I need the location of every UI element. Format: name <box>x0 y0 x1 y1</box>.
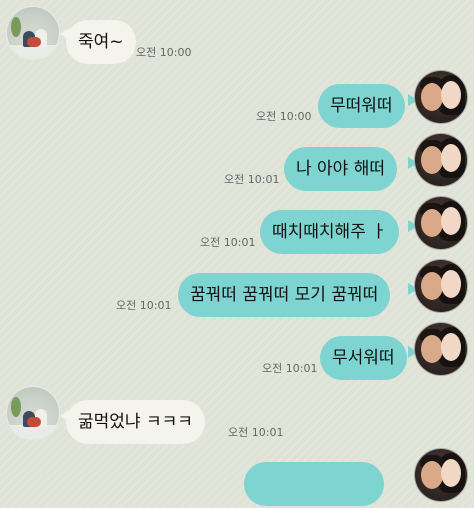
message-time: 오전 10:01 <box>116 299 172 312</box>
message-row-outgoing: 오전 10:01 꿈꿔떠 꿈꿔떠 모기 꿈꿔떠 <box>0 259 474 319</box>
message-time: 오전 10:00 <box>136 46 192 59</box>
message-bubble-partial[interactable] <box>244 462 384 506</box>
my-avatar[interactable] <box>414 70 468 124</box>
contact-avatar[interactable] <box>6 386 60 440</box>
message-time: 오전 10:01 <box>262 362 318 375</box>
my-avatar[interactable] <box>414 259 468 313</box>
contact-avatar[interactable] <box>6 6 60 60</box>
my-avatar[interactable] <box>414 133 468 187</box>
message-row-incoming: 굶먹었냐 ㅋㅋㅋ 오전 10:01 <box>0 386 474 446</box>
message-bubble[interactable]: 꿈꿔떠 꿈꿔떠 모기 꿈꿔떠 <box>178 273 391 317</box>
message-row-incoming: 죽여~ 오전 10:00 <box>0 6 474 66</box>
message-bubble[interactable]: 죽여~ <box>66 20 136 64</box>
my-avatar[interactable] <box>414 322 468 376</box>
message-time: 오전 10:01 <box>200 236 256 249</box>
message-time: 오전 10:01 <box>224 173 280 186</box>
my-avatar[interactable] <box>414 196 468 250</box>
message-bubble[interactable]: 굶먹었냐 ㅋㅋㅋ <box>66 400 205 444</box>
message-bubble[interactable]: 나 아야 해떠 <box>284 147 398 191</box>
message-bubble[interactable]: 무떠워떠 <box>318 84 405 128</box>
message-row-outgoing: 오전 10:01 나 아야 해떠 <box>0 133 474 193</box>
chat-view[interactable]: 죽여~ 오전 10:00 오전 10:00 무떠워떠 오전 10:01 나 아야… <box>0 0 474 506</box>
message-time: 오전 10:01 <box>228 426 284 439</box>
my-avatar[interactable] <box>414 448 468 502</box>
message-row-outgoing: 오전 10:00 무떠워떠 <box>0 70 474 130</box>
message-row-outgoing: 오전 10:01 무서워떠 <box>0 322 474 382</box>
message-row-outgoing-partial <box>0 448 474 508</box>
message-time: 오전 10:00 <box>256 110 312 123</box>
message-bubble[interactable]: 무서워떠 <box>320 336 407 380</box>
message-bubble[interactable]: 때치때치해주 ㅏ <box>260 210 399 254</box>
message-row-outgoing: 오전 10:01 때치때치해주 ㅏ <box>0 196 474 256</box>
